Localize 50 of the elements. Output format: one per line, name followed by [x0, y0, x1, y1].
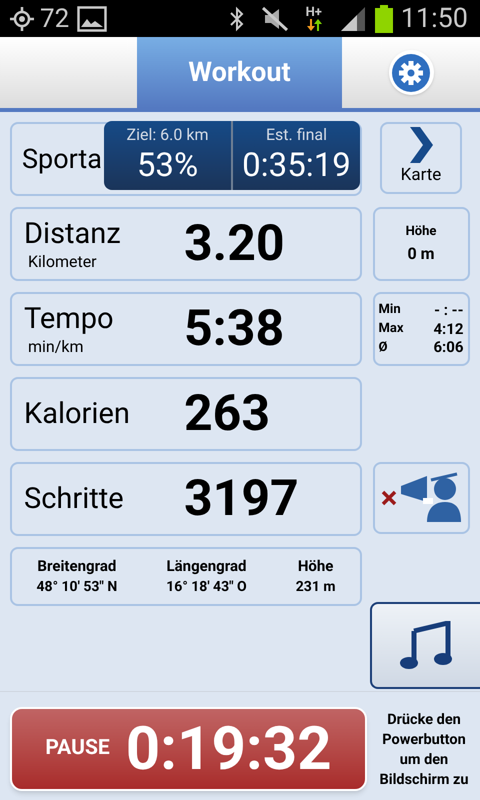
sport-card[interactable]: Sporta Ziel: 6.0 km 53% Est. final 0:35:19 — [10, 122, 362, 196]
mute-icon — [260, 6, 289, 32]
chevron-icon — [408, 126, 434, 162]
metric-unit: Kilometer — [28, 252, 98, 272]
location-label: Breitengrad — [37, 556, 116, 577]
metric-value: 3.20 — [184, 219, 285, 269]
metric-label: Distanz — [24, 216, 122, 252]
data-arrows-icon — [304, 19, 323, 31]
altitude-label: Höhe — [406, 223, 436, 242]
music-button[interactable] — [370, 602, 480, 689]
pace-stat-value: - : -- — [434, 300, 464, 320]
network-type: H+ — [306, 6, 322, 19]
goal-target: Ziel: 6.0 km — [126, 124, 208, 145]
metric-value: 263 — [184, 389, 270, 439]
estimate-time: 0:35:19 — [242, 144, 351, 186]
location-label: Höhe — [298, 556, 334, 577]
settings-icon — [392, 54, 430, 92]
pace-stat-label: Ø — [378, 340, 388, 356]
metric-label: Tempo — [24, 300, 115, 338]
settings-button[interactable] — [388, 50, 434, 95]
location-value: 48° 10' 53" N — [36, 578, 118, 598]
pace-stat-value: 6:06 — [433, 338, 464, 358]
battery-icon — [374, 4, 393, 32]
metric-label: Schritte — [24, 480, 125, 518]
sport-label: Sporta — [22, 142, 102, 177]
location-label: Längengrad — [166, 556, 246, 577]
lock-hint: Drücke den Powerbutton um den Bildschirm zu — [378, 710, 470, 790]
pace-stat-label: Min — [378, 302, 401, 318]
metric-value: 3197 — [184, 474, 299, 524]
image-icon — [77, 6, 108, 32]
pace-stat-value: 4:12 — [433, 320, 464, 338]
bluetooth-icon — [228, 6, 245, 32]
metric-value: 5:38 — [184, 304, 284, 354]
goal-percent: 53% — [136, 144, 198, 186]
music-note-icon — [400, 620, 452, 670]
megaphone-person-icon — [401, 472, 461, 524]
metric-label: Kalorien — [24, 396, 131, 432]
signal-icon — [338, 4, 367, 32]
gps-icon — [8, 4, 36, 32]
clock: 11:50 — [400, 5, 468, 32]
location-value: 16° 18' 43" O — [166, 578, 247, 598]
notification-count: 72 — [40, 6, 70, 32]
estimate-label: Est. final — [266, 124, 328, 145]
altitude-value: 0 m — [407, 242, 434, 265]
pause-button[interactable]: PAUSE 0:19:32 — [10, 706, 367, 790]
voice-button[interactable] — [372, 462, 470, 534]
map-button[interactable]: Karte — [380, 122, 462, 194]
metric-unit: min/km — [28, 337, 84, 358]
location-value: 231 m — [296, 578, 336, 598]
pace-stat-label: Max — [378, 320, 404, 338]
